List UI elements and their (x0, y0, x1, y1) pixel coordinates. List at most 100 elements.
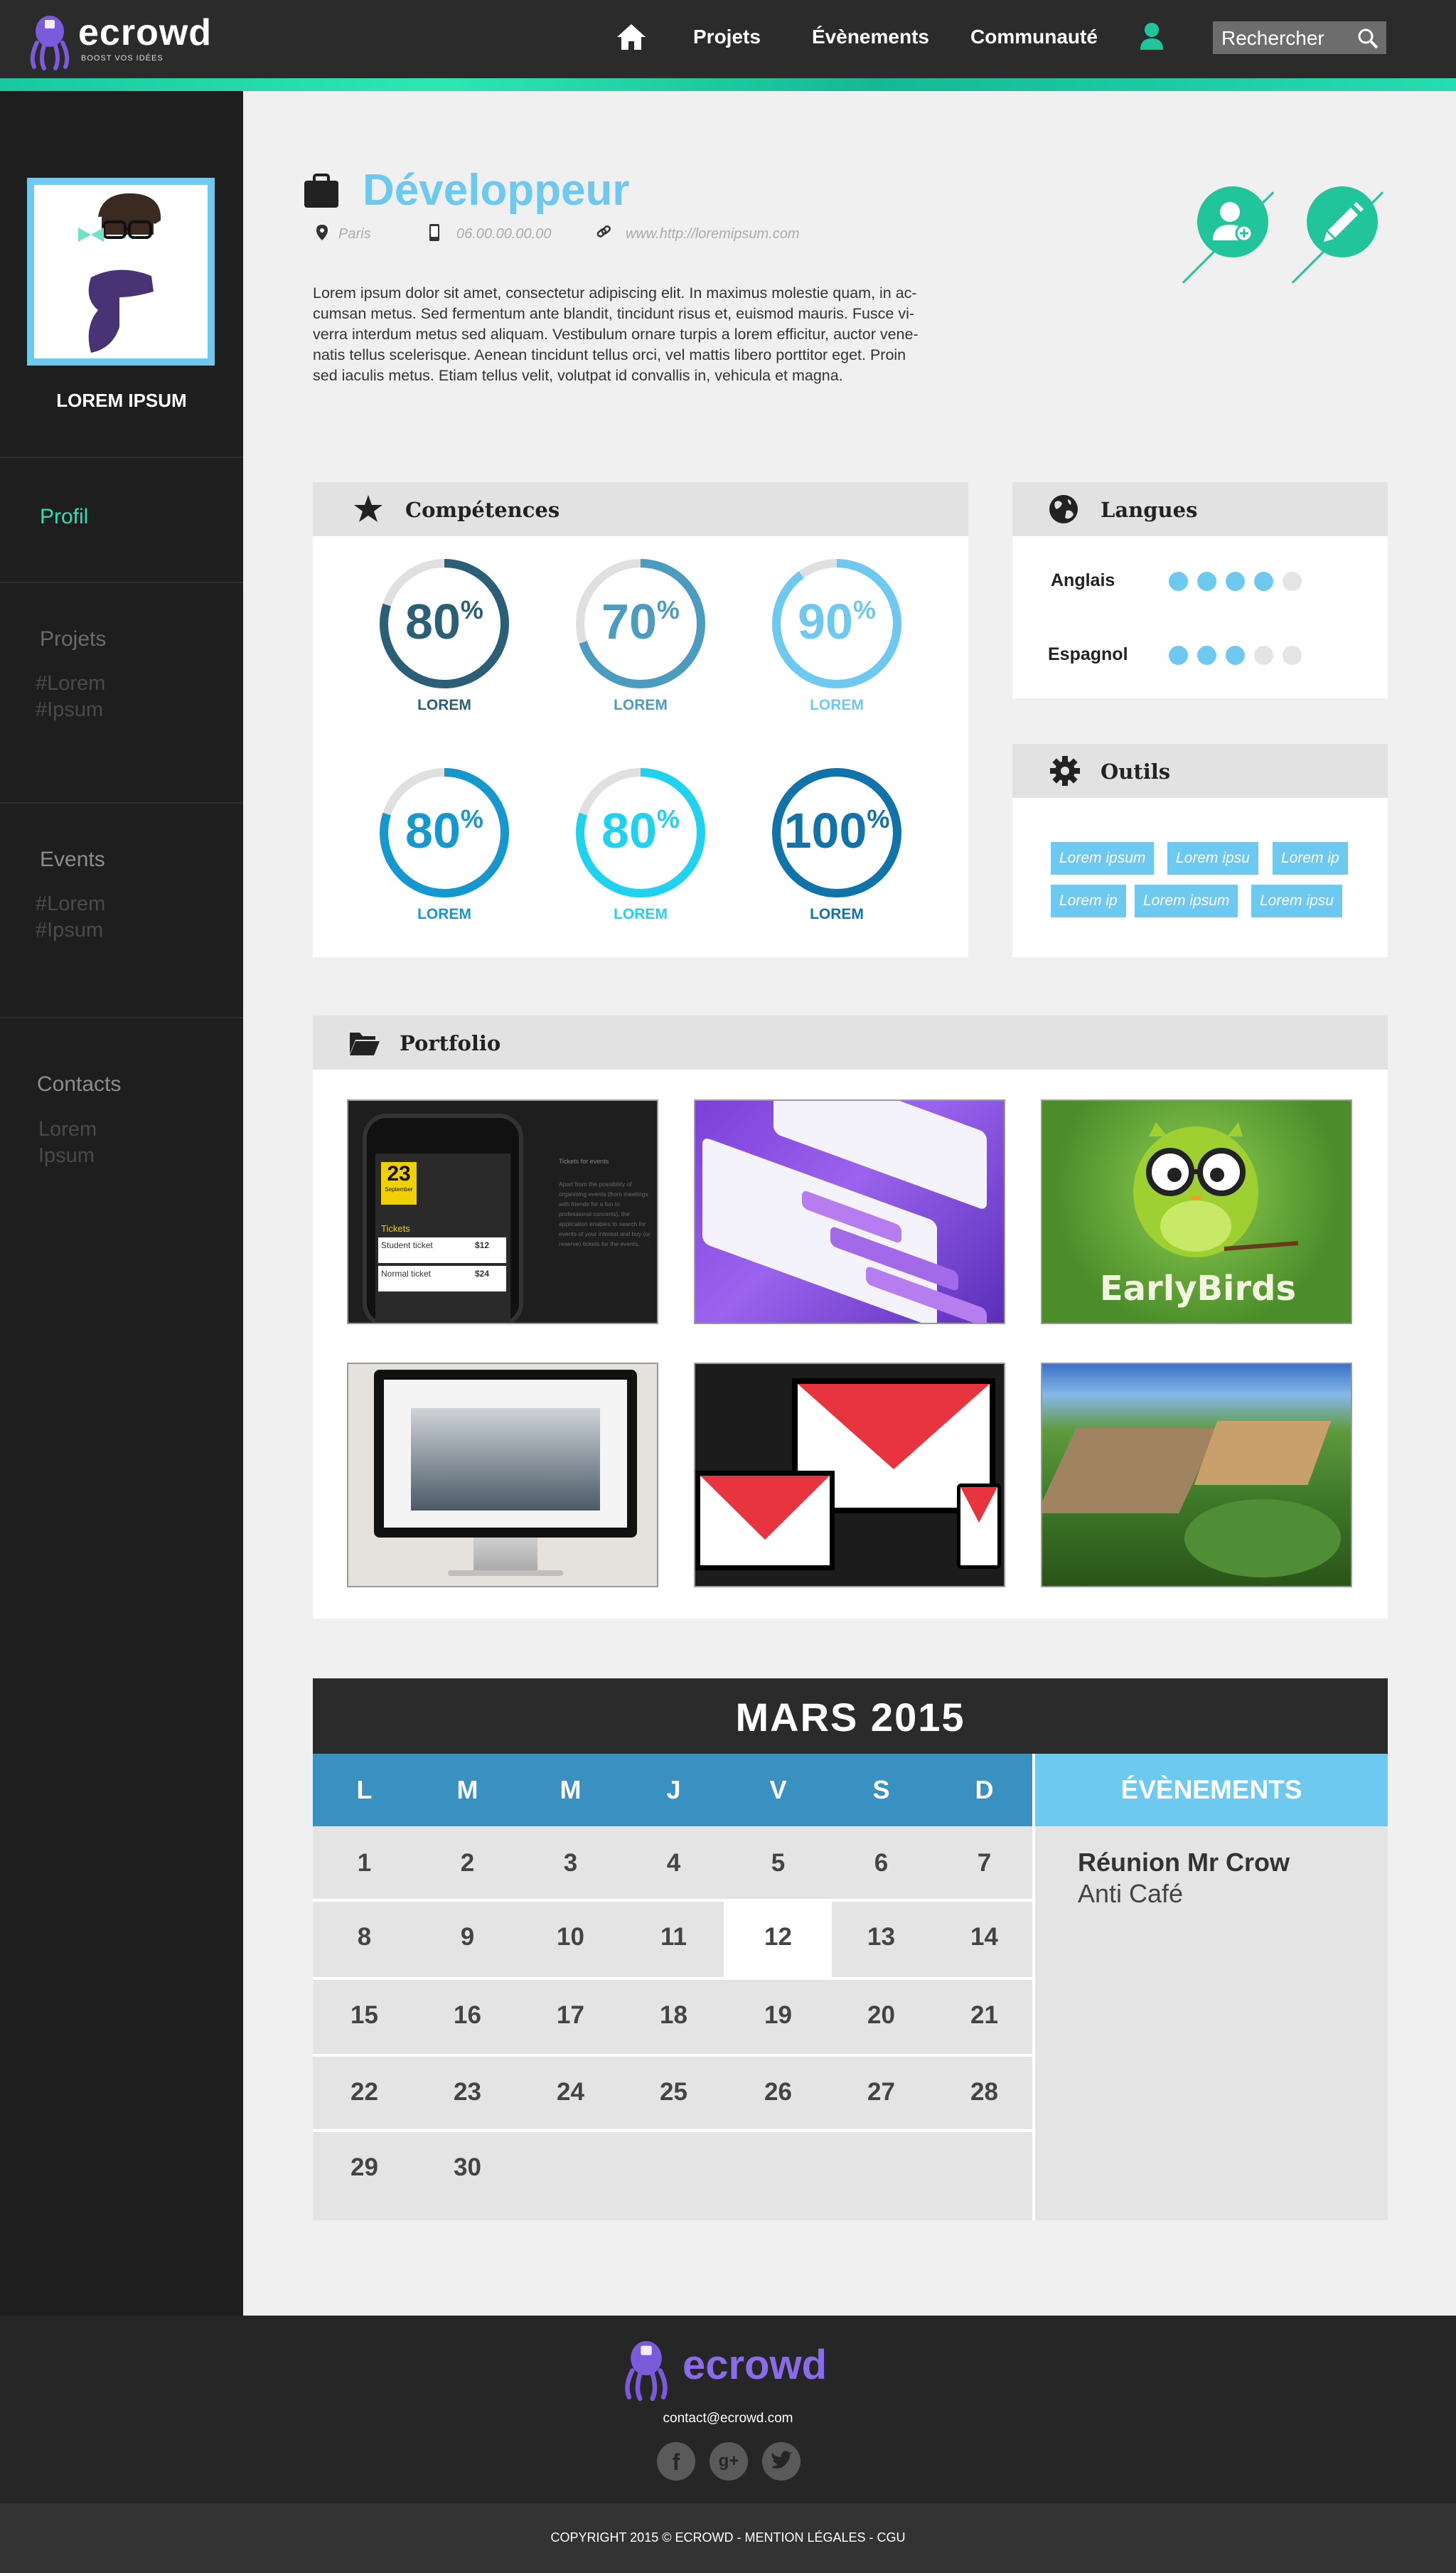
phone-tickets-label: Tickets (381, 1223, 410, 1234)
tool-tag[interactable]: Lorem ip (1273, 842, 1348, 875)
avatar[interactable] (27, 178, 215, 366)
calendar-day[interactable]: 25 (622, 2078, 725, 2106)
calendar-day[interactable]: 16 (416, 2001, 519, 2030)
sidebar-divider (0, 1017, 243, 1018)
calendar-day[interactable]: 24 (519, 2078, 622, 2106)
edit-profile-button[interactable] (1307, 186, 1378, 257)
sidebar-contacts-sub[interactable]: Lorem (38, 1117, 97, 1143)
red-triangle (700, 1476, 830, 1540)
sidebar-item-contacts[interactable]: Contacts (37, 1072, 121, 1097)
portfolio-item-earlybirds[interactable]: EarlyBirds (1041, 1099, 1352, 1324)
calendar-day[interactable]: 9 (416, 1923, 519, 1951)
langues-header: Langues (1012, 482, 1388, 536)
tool-tag[interactable]: Lorem ipsu (1167, 842, 1258, 875)
sidebar-item-projets[interactable]: Projets (40, 627, 106, 651)
language-level-dot (1197, 572, 1216, 591)
calendar-day[interactable]: 28 (933, 2078, 1036, 2106)
search-icon[interactable] (1356, 27, 1379, 50)
calendar-day[interactable]: 13 (830, 1923, 933, 1951)
sidebar-divider (0, 457, 243, 458)
calendar-day[interactable]: 7 (933, 1849, 1036, 1877)
skill-value: 100 (783, 803, 867, 858)
twitter-icon[interactable] (762, 2442, 801, 2481)
nav-projets[interactable]: Projets (693, 26, 761, 48)
phone-text: 06.00.00.00.00 (456, 226, 552, 242)
footer-logo[interactable]: ecrowd (621, 2331, 842, 2402)
portfolio-item-game-landscape[interactable] (1041, 1363, 1352, 1587)
language-name: Anglais (1051, 570, 1115, 590)
tool-tag[interactable]: Lorem ipsum (1135, 885, 1238, 917)
red-triangle (798, 1384, 990, 1469)
monitor-base (448, 1570, 563, 1576)
calendar-day[interactable]: 4 (622, 1849, 725, 1877)
ecrowd-logo[interactable]: ecrowd BOOST VOS IDÉES (27, 7, 226, 71)
add-contact-button[interactable] (1197, 186, 1268, 257)
folder-open-icon (350, 1033, 380, 1055)
calendar-day[interactable]: 11 (622, 1923, 725, 1951)
sidebar-item-profil[interactable]: Profil (40, 505, 88, 529)
tool-tag[interactable]: Lorem ipsu (1251, 885, 1342, 917)
skill-percent: 100% (769, 802, 904, 859)
bio-line: verra interdum metus sed aliquam. Vestib… (313, 326, 919, 343)
portfolio-item-ticket-app[interactable]: 23 September Tickets Student ticket $12 … (347, 1099, 658, 1324)
calendar-day[interactable]: 10 (519, 1923, 622, 1951)
langues-panel: Langues Anglais Espagnol (1012, 482, 1388, 698)
user-icon[interactable] (1139, 21, 1165, 50)
calendar-day[interactable]: 23 (416, 2078, 519, 2106)
calendar-day[interactable]: 27 (830, 2078, 933, 2106)
calendar-day[interactable]: 15 (313, 2001, 416, 2030)
calendar-day[interactable]: 18 (622, 2001, 725, 2030)
portfolio-item-messaging-ui[interactable] (694, 1099, 1005, 1324)
calendar-day[interactable]: 2 (416, 1849, 519, 1877)
sidebar-events-tag[interactable]: #Ipsum (36, 917, 103, 944)
calendar-day[interactable]: 17 (519, 2001, 622, 2030)
add-user-icon (1213, 202, 1253, 243)
skill-label: LOREM (810, 697, 864, 713)
calendar-day[interactable]: 5 (727, 1849, 830, 1877)
nav-evenements[interactable]: Évènements (812, 26, 929, 48)
phone-side-heading: Tickets for events (559, 1158, 609, 1165)
calendar-day[interactable]: 6 (830, 1849, 933, 1877)
calendar-day[interactable]: 30 (416, 2153, 519, 2182)
phone-icon (429, 224, 439, 241)
search-input[interactable]: Rechercher (1213, 21, 1386, 54)
sidebar-projets-tag[interactable]: #Ipsum (36, 697, 103, 723)
language-level-dot (1226, 646, 1245, 665)
calendar-day[interactable]: 22 (313, 2078, 416, 2106)
calendar-day[interactable]: 20 (830, 2001, 933, 2030)
forest-shape (1184, 1499, 1341, 1577)
calendar-day[interactable]: 12 (727, 1923, 830, 1951)
home-icon[interactable] (616, 21, 647, 53)
portfolio-item-responsive-design[interactable] (694, 1363, 1005, 1587)
event-name[interactable]: Réunion Mr Crow (1078, 1848, 1290, 1877)
language-level-dot (1254, 572, 1273, 591)
globe-icon (1049, 495, 1078, 523)
sidebar-item-events[interactable]: Events (40, 848, 105, 872)
calendar-day[interactable]: 19 (727, 2001, 830, 2030)
calendar-day[interactable]: 14 (933, 1923, 1036, 1951)
date-badge: 23 September (381, 1162, 417, 1205)
language-name: Espagnol (1048, 644, 1128, 664)
calendar-day[interactable]: 29 (313, 2153, 416, 2182)
calendar-day[interactable]: 21 (933, 2001, 1036, 2030)
sidebar-events-tag[interactable]: #Lorem (36, 891, 105, 917)
tool-tag[interactable]: Lorem ipsum (1051, 842, 1155, 875)
nav-communaute[interactable]: Communauté (970, 26, 1098, 48)
portfolio-item-imac-site[interactable] (347, 1363, 658, 1587)
sidebar-projets-tag[interactable]: #Lorem (36, 671, 105, 697)
calendar-day[interactable]: 1 (313, 1849, 416, 1877)
red-triangle (960, 1487, 997, 1523)
copyright-bar: COPYRIGHT 2015 © ECROWD - MENTION LÉGALE… (0, 2503, 1456, 2573)
facebook-icon[interactable]: f (657, 2442, 695, 2481)
google-plus-icon[interactable]: g+ (710, 2442, 748, 2481)
skill-value: 80 (601, 803, 657, 858)
tool-tag[interactable]: Lorem ip (1051, 885, 1126, 917)
contact-email[interactable]: contact@ecrowd.com (0, 2411, 1456, 2426)
calendar-day[interactable]: 3 (519, 1849, 622, 1877)
sidebar-contacts-sub[interactable]: Ipsum (38, 1143, 95, 1169)
website-link[interactable]: www.http://loremipsum.com (626, 226, 800, 243)
portfolio-title: Portfolio (400, 1031, 501, 1055)
calendar-day[interactable]: 26 (727, 2078, 830, 2106)
calendar-day[interactable]: 8 (313, 1923, 416, 1951)
events-title: ÉVÈNEMENTS (1120, 1775, 1302, 1804)
